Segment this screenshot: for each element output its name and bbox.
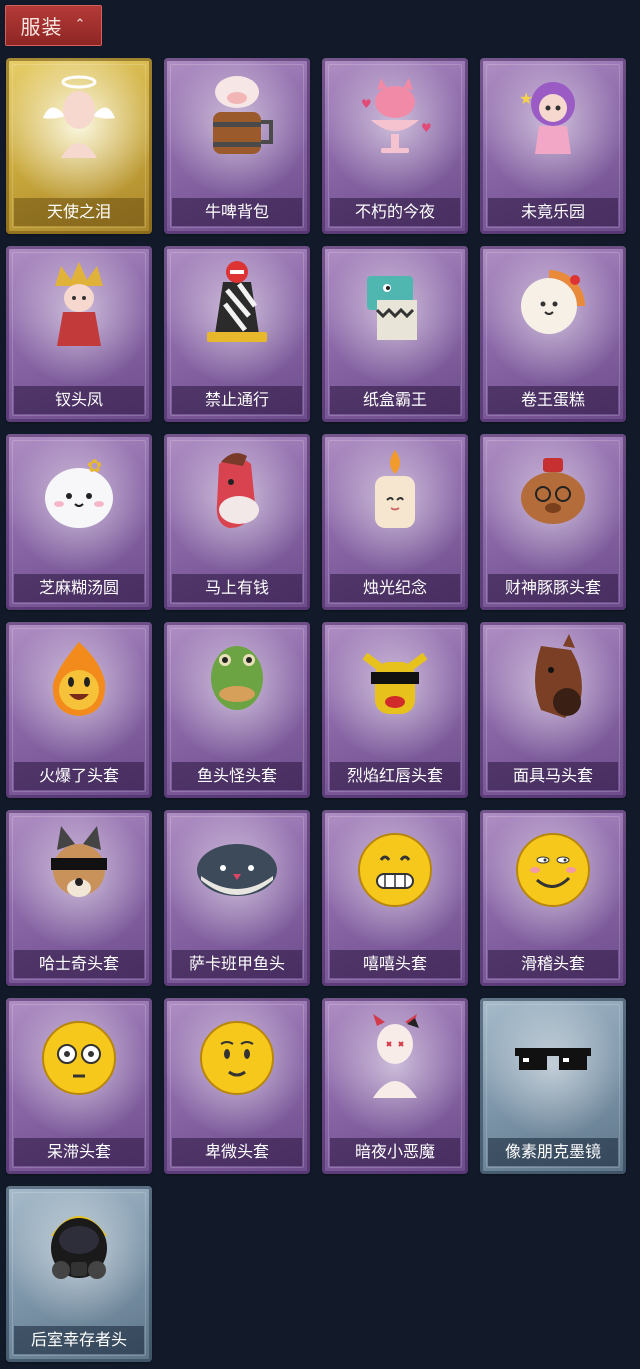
- outfit-card[interactable]: 卑微头套: [164, 998, 310, 1174]
- outfit-card-label: 嘻嘻头套: [330, 950, 460, 978]
- chevron-up-icon: ⌃: [74, 17, 87, 32]
- outfit-card[interactable]: 钗头凤: [6, 246, 152, 422]
- phoenix-crown-doll-icon: [31, 256, 127, 352]
- outfit-card[interactable]: 后室幸存者头: [6, 1186, 152, 1362]
- outfit-card[interactable]: 火爆了头套: [6, 622, 152, 798]
- traffic-barrier-icon: [189, 256, 285, 352]
- outfit-card-label: 面具马头套: [488, 762, 618, 790]
- outfit-card-label: 滑稽头套: [488, 950, 618, 978]
- swiss-roll-cake-icon: [505, 256, 601, 352]
- outfit-card[interactable]: 像素朋克墨镜: [480, 998, 626, 1174]
- outfit-card[interactable]: 天使之泪: [6, 58, 152, 234]
- svg-text:✿: ✿: [87, 456, 102, 477]
- stunned-emoji-head-icon: [31, 1008, 127, 1104]
- humble-emoji-head-icon: [189, 1008, 285, 1104]
- outfit-card[interactable]: 禁止通行: [164, 246, 310, 422]
- fish-head-icon: [189, 632, 285, 728]
- outfit-card[interactable]: 面具马头套: [480, 622, 626, 798]
- horse-mask-icon: [505, 632, 601, 728]
- outfit-card[interactable]: ✿ 芝麻糊汤圆: [6, 434, 152, 610]
- outfit-card[interactable]: 暗夜小恶魔: [322, 998, 468, 1174]
- fish-fish-head-icon: [189, 820, 285, 916]
- section-toggle-button[interactable]: 服装 ⌃: [5, 5, 102, 46]
- outfit-card-label: 芝麻糊汤圆: [14, 574, 144, 602]
- outfit-card-label: 天使之泪: [14, 198, 144, 226]
- candle-icon: [347, 444, 443, 540]
- outfit-card-label: 不朽的今夜: [330, 198, 460, 226]
- beer-barrel-cow-icon: [189, 68, 285, 164]
- outfit-card[interactable]: ♥ ♥ 不朽的今夜: [322, 58, 468, 234]
- outfit-card[interactable]: 呆滞头套: [6, 998, 152, 1174]
- outfit-card-label: 纸盒霸王: [330, 386, 460, 414]
- pink-cat-cup-icon: ♥ ♥: [347, 68, 443, 164]
- outfit-card[interactable]: 嘻嘻头套: [322, 810, 468, 986]
- yellow-mask-sunglasses-icon: [347, 632, 443, 728]
- outfit-card-label: 卑微头套: [172, 1138, 302, 1166]
- outfit-card[interactable]: 滑稽头套: [480, 810, 626, 986]
- outfit-card-label: 钗头凤: [14, 386, 144, 414]
- outfit-card[interactable]: 财神豚豚头套: [480, 434, 626, 610]
- outfit-card-label: 牛啤背包: [172, 198, 302, 226]
- outfit-card-label: 烛光纪念: [330, 574, 460, 602]
- outfit-card[interactable]: 牛啤背包: [164, 58, 310, 234]
- outfit-card[interactable]: 卷王蛋糕: [480, 246, 626, 422]
- outfit-card[interactable]: 烛光纪念: [322, 434, 468, 610]
- smirk-emoji-head-icon: [505, 820, 601, 916]
- outfit-card[interactable]: 纸盒霸王: [322, 246, 468, 422]
- box-dinosaur-icon: [347, 256, 443, 352]
- outfit-card[interactable]: 萨卡班甲鱼头: [164, 810, 310, 986]
- outfit-card-label: 像素朋克墨镜: [488, 1138, 618, 1166]
- outfit-card-label: 卷王蛋糕: [488, 386, 618, 414]
- outfit-card-label: 鱼头怪头套: [172, 762, 302, 790]
- svg-text:♥: ♥: [361, 97, 372, 111]
- outfit-card-label: 财神豚豚头套: [488, 574, 618, 602]
- pixel-sunglasses-icon: [505, 1008, 601, 1104]
- outfit-card-label: 马上有钱: [172, 574, 302, 602]
- outfit-card-label: 烈焰红唇头套: [330, 762, 460, 790]
- outfit-card-label: 呆滞头套: [14, 1138, 144, 1166]
- outfit-card[interactable]: 哈士奇头套: [6, 810, 152, 986]
- angel-icon: [31, 68, 127, 164]
- outfit-card[interactable]: 烈焰红唇头套: [322, 622, 468, 798]
- section-label: 服装: [20, 15, 63, 39]
- outfit-card-label: 火爆了头套: [14, 762, 144, 790]
- purple-hair-doll-icon: ★: [505, 68, 601, 164]
- svg-text:♥: ♥: [421, 121, 432, 135]
- husky-head-icon: [31, 820, 127, 916]
- gas-mask-helmet-icon: [31, 1196, 127, 1292]
- svg-text:★: ★: [519, 89, 533, 108]
- outfit-card[interactable]: 马上有钱: [164, 434, 310, 610]
- outfit-card[interactable]: ★ 未竟乐园: [480, 58, 626, 234]
- outfit-card-label: 未竟乐园: [488, 198, 618, 226]
- outfit-card-label: 哈士奇头套: [14, 950, 144, 978]
- rice-ball-icon: ✿: [31, 444, 127, 540]
- outfit-card-label: 禁止通行: [172, 386, 302, 414]
- grin-emoji-head-icon: [347, 820, 443, 916]
- outfit-card-label: 萨卡班甲鱼头: [172, 950, 302, 978]
- fire-head-icon: [31, 632, 127, 728]
- outfit-card-label: 后室幸存者头: [14, 1326, 144, 1354]
- red-horse-head-icon: [189, 444, 285, 540]
- little-devil-icon: [347, 1008, 443, 1104]
- outfit-card[interactable]: 鱼头怪头套: [164, 622, 310, 798]
- outfit-card-label: 暗夜小恶魔: [330, 1138, 460, 1166]
- capybara-head-icon: [505, 444, 601, 540]
